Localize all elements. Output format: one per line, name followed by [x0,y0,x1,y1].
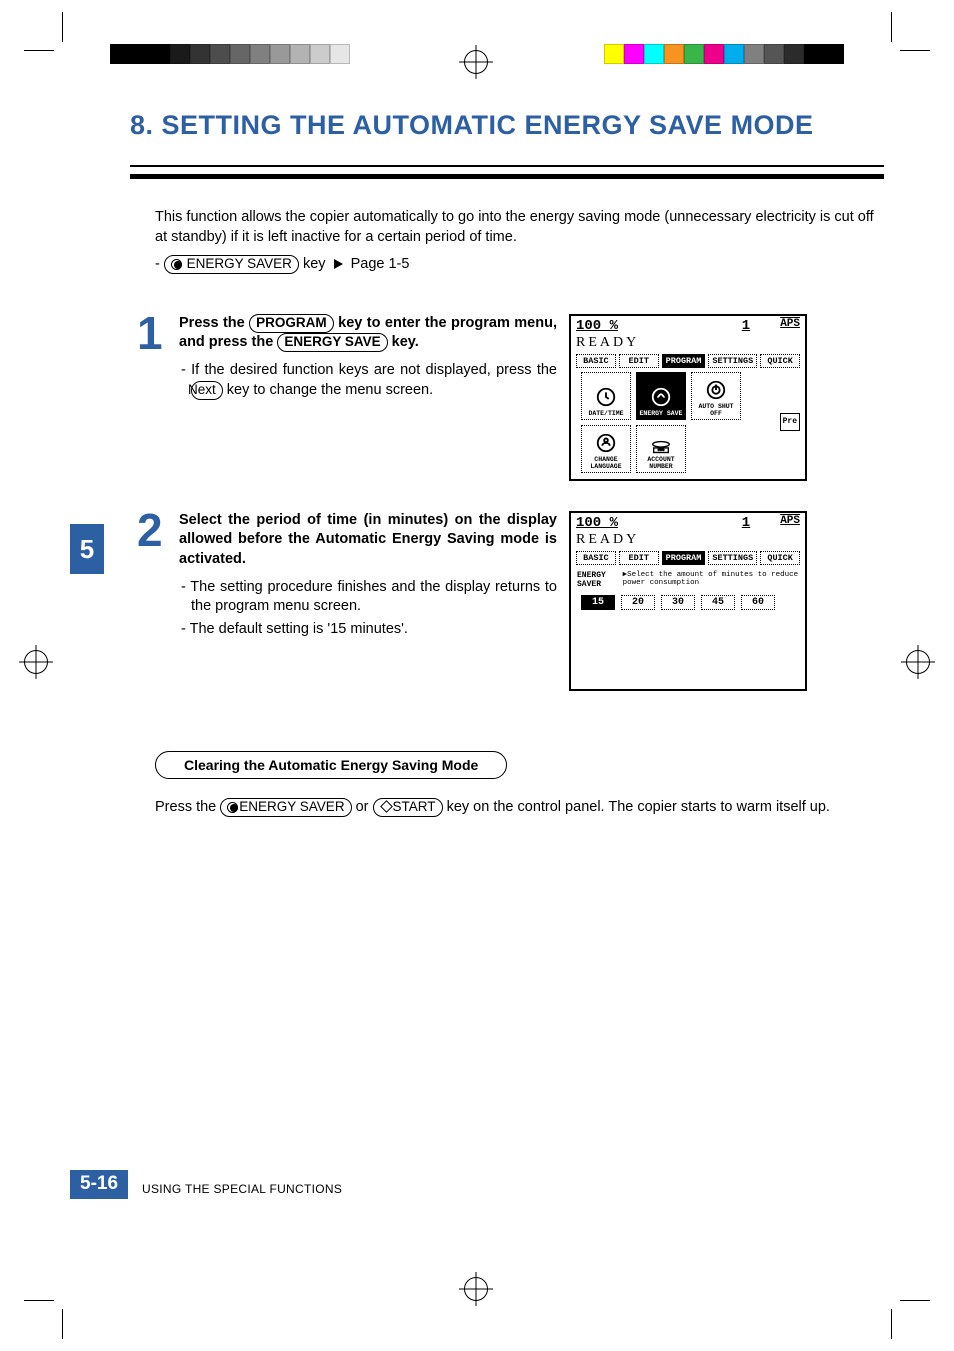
energy-saver-keycap-2: ENERGY SAVER [220,798,351,817]
screen2-tabs: BASICEDITPROGRAMSETTINGSQUICK [571,551,805,565]
screen-aps: APS [780,318,800,334]
screen-tab-quick: QUICK [760,551,800,565]
page-footer: 5-16 USING THE SPECIAL FUNCTIONS [70,1170,342,1199]
chapter-title: USING THE SPECIAL FUNCTIONS [142,1182,342,1199]
screen-zoom-pct: 100 % [576,318,618,334]
register-mark-bottom [464,1277,488,1301]
screen2-copy-count: 1 [742,515,750,531]
screen-icon-auto-shut-off: AUTO SHUT OFF [691,372,741,420]
start-keycap: START [373,798,443,817]
screen-tab-settings: SETTINGS [708,354,757,368]
step-2: 2 Select the period of time (in minutes)… [137,511,884,691]
screen-copy-count: 1 [742,318,750,334]
next-keycap: Next [191,381,223,400]
screen-tab-settings: SETTINGS [708,551,757,565]
screen2-status: READY [571,532,805,551]
minute-option-20: 20 [621,595,655,610]
step-1: 1 Press the PROGRAM key to enter the pro… [137,314,884,481]
minute-option-15: 15 [581,595,615,610]
screen-pre-button: Pre [780,413,800,431]
step-2-instruction: Select the period of time (in minutes) o… [179,511,557,570]
screen2-zoom-pct: 100 % [576,515,618,531]
moon-icon [227,802,238,813]
minute-option-45: 45 [701,595,735,610]
heading-rule [130,165,884,179]
program-keycap: PROGRAM [249,314,334,333]
screen-tab-quick: QUICK [760,354,800,368]
arrow-icon [334,259,343,269]
screen-tab-basic: BASIC [576,354,616,368]
colorbar-greys [110,44,350,64]
energy-saver-keycap: ENERGY SAVER [164,255,299,274]
screen-tab-edit: EDIT [619,354,659,368]
screen-status: READY [571,335,805,354]
minute-option-30: 30 [661,595,695,610]
clearing-text: Press the ENERGY SAVER or START key on t… [155,797,884,817]
display-screenshot-2: 100 % 1 APS READY BASICEDITPROGRAMSETTIN… [569,511,807,691]
screen2-prompt: Select the amount of minutes to reduce p… [623,571,799,587]
screen-tab-program: PROGRAM [662,551,706,565]
svg-text:***: *** [658,448,665,453]
step-number-2: 2 [137,511,167,550]
screen-tabs: BASICEDITPROGRAMSETTINGSQUICK [571,354,805,368]
step-2-bullet-2: - The default setting is '15 minutes'. [179,620,557,640]
intro-paragraph: This function allows the copier automati… [155,207,884,274]
screen2-aps: APS [780,515,800,531]
intro-text: This function allows the copier automati… [155,207,884,248]
step-number-1: 1 [137,314,167,353]
section-heading: 8. SETTING THE AUTOMATIC ENERGY SAVE MOD… [130,110,884,141]
register-mark-left [24,650,48,674]
page-number: 5-16 [70,1170,128,1199]
register-mark-top [464,50,488,74]
moon-icon [171,259,182,270]
screen-tab-edit: EDIT [619,551,659,565]
diamond-icon [380,800,393,813]
display-screenshot-1: 100 % 1 APS READY BASICEDITPROGRAMSETTIN… [569,314,807,481]
screen-icon-change-language: CHANGE LANGUAGE [581,425,631,473]
page-ref: Page 1-5 [351,256,410,272]
minute-options: 15 20 30 45 60 [571,591,805,614]
step-1-instruction: Press the PROGRAM key to enter the progr… [179,314,557,353]
clearing-heading: Clearing the Automatic Energy Saving Mod… [155,751,507,779]
energy-save-keycap: ENERGY SAVE [277,333,387,352]
screen-icon-energy-save: ENERGY SAVE [636,372,686,420]
screen-icon-date-time: DATE/TIME [581,372,631,420]
register-mark-right [906,650,930,674]
minute-option-60: 60 [741,595,775,610]
step-1-bullet: - If the desired function keys are not d… [179,361,557,400]
step-2-bullet-1: - The setting procedure finishes and the… [179,578,557,617]
screen-tab-program: PROGRAM [662,354,706,368]
chapter-tab: 5 [70,524,104,574]
colorbar-cmyk [604,44,844,64]
screen-icon-account-number: ***ACCOUNT NUMBER [636,425,686,473]
screen2-mode-label: ENERGY SAVER [577,571,617,589]
screen-tab-basic: BASIC [576,551,616,565]
